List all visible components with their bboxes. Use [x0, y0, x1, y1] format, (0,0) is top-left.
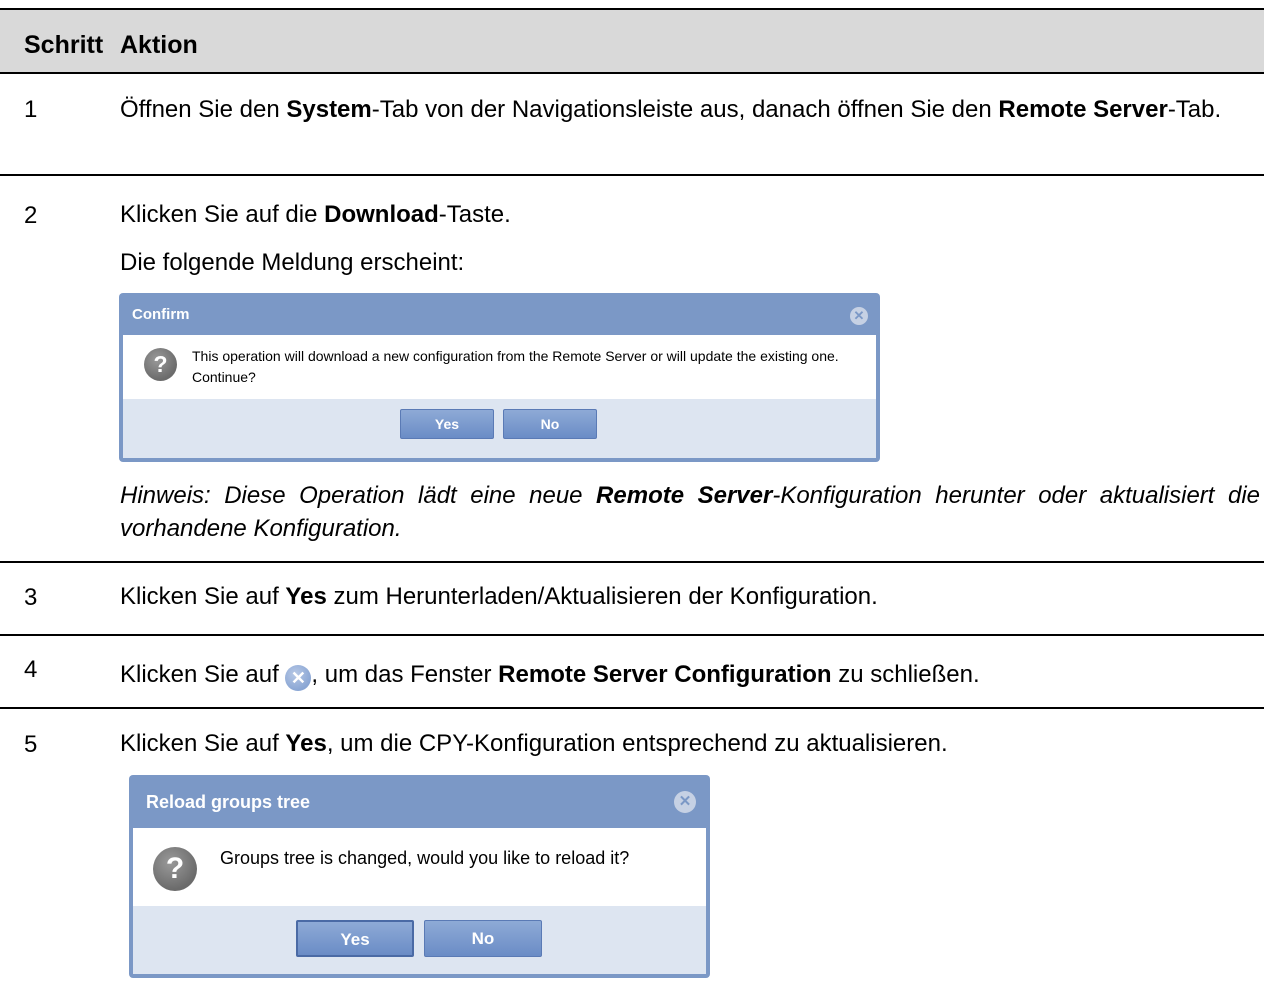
text: , um das Fenster: [311, 661, 499, 688]
header-step: Schritt: [24, 31, 104, 59]
question-icon: ?: [144, 348, 177, 381]
text: Hinweis: Diese Operation lädt eine neue: [120, 482, 597, 509]
text: Öffnen Sie den: [120, 96, 287, 123]
no-button[interactable]: No: [503, 409, 597, 439]
row-2-note: Hinweis: Diese Operation lädt eine neue …: [120, 479, 1260, 545]
row-4-text: Klicken Sie auf ✕, um das Fenster Remote…: [120, 658, 980, 691]
text-bold: Download: [324, 201, 439, 228]
text: -Taste.: [438, 201, 511, 228]
row-1-text: Öffnen Sie den System-Tab von der Naviga…: [120, 93, 1260, 126]
confirm-dialog: Confirm ✕ ? This operation will download…: [119, 293, 880, 462]
text: Klicken Sie auf: [120, 730, 286, 757]
row-2-text: Klicken Sie auf die Download-Taste.: [120, 198, 511, 231]
text: , um die CPY-Konfiguration entsprechend …: [326, 730, 948, 757]
row-2-number: 2: [24, 202, 38, 229]
text: zum Herunterladen/Aktualisieren der Konf…: [326, 583, 878, 610]
text-bold: Yes: [285, 730, 327, 757]
row-divider: [0, 174, 1264, 176]
confirm-dialog-footer: Yes No: [123, 399, 876, 458]
text: Klicken Sie auf die: [120, 201, 325, 228]
row-5-text: Klicken Sie auf Yes, um die CPY-Konfigur…: [120, 727, 948, 760]
question-icon: ?: [153, 847, 197, 891]
row-5-number: 5: [24, 731, 38, 758]
close-icon[interactable]: ✕: [850, 307, 868, 325]
table-header: Schritt Aktion: [0, 8, 1264, 74]
text-bold: System: [286, 96, 372, 123]
text: zu schließen.: [831, 661, 980, 688]
reload-dialog-message: Groups tree is changed, would you like t…: [220, 848, 630, 868]
text: Klicken Sie auf: [120, 583, 286, 610]
row-divider: [0, 634, 1264, 636]
reload-dialog-footer: Yes No: [133, 906, 706, 974]
yes-button[interactable]: Yes: [296, 920, 414, 957]
close-icon: ✕: [285, 665, 312, 691]
text: -Tab.: [1167, 96, 1222, 123]
row-divider: [0, 707, 1264, 709]
header-action: Aktion: [120, 31, 198, 59]
reload-dialog: Reload groups tree ✕ ? Groups tree is ch…: [129, 775, 710, 978]
confirm-dialog-title: Confirm: [132, 306, 190, 323]
text-bold: Yes: [285, 583, 327, 610]
text-bold: Remote Server: [596, 482, 773, 509]
row-4-number: 4: [24, 656, 38, 683]
row-3-number: 3: [24, 584, 38, 611]
confirm-dialog-message: This operation will download a new confi…: [192, 348, 839, 385]
yes-button[interactable]: Yes: [400, 409, 494, 439]
row-divider: [0, 561, 1264, 563]
reload-dialog-title: Reload groups tree: [146, 792, 311, 812]
row-3-text: Klicken Sie auf Yes zum Herunterladen/Ak…: [120, 580, 878, 613]
no-button[interactable]: No: [424, 920, 542, 957]
text-bold: Remote Server: [998, 96, 1168, 123]
row-2-subtext: Die folgende Meldung erscheint:: [120, 249, 465, 276]
text-bold: Remote Server Configuration: [498, 661, 832, 688]
reload-dialog-body: ? Groups tree is changed, would you like…: [133, 828, 706, 906]
row-1-number: 1: [24, 96, 38, 123]
confirm-dialog-body: ? This operation will download a new con…: [123, 335, 876, 399]
close-icon[interactable]: ✕: [674, 791, 696, 813]
text: Klicken Sie auf: [120, 661, 286, 688]
text: -Tab von der Navigationsleiste aus, dana…: [371, 96, 999, 123]
